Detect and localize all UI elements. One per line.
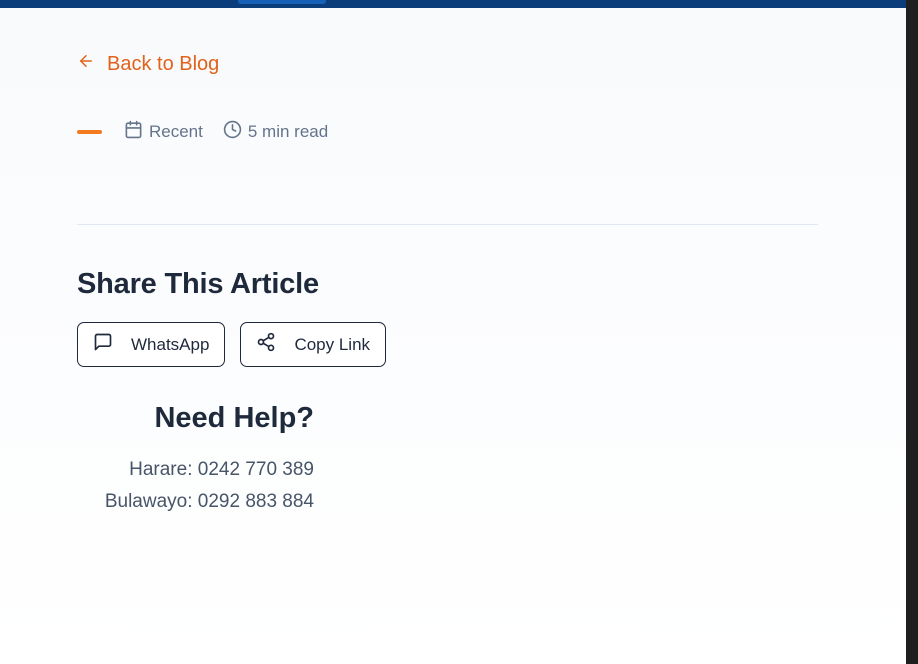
- page-scrollbar[interactable]: [906, 0, 918, 664]
- need-help-title: Need Help?: [154, 402, 314, 434]
- back-to-blog-label: Back to Blog: [107, 52, 220, 75]
- whatsapp-share-label: WhatsApp: [131, 334, 210, 354]
- share-icon: [256, 332, 294, 357]
- whatsapp-share-button[interactable]: WhatsApp: [77, 322, 226, 367]
- article-read-time: 5 min read: [223, 120, 328, 144]
- site-header-bar: [0, 0, 906, 8]
- article-page: Back to Blog Recent 5 min read Share Thi…: [0, 0, 906, 664]
- back-to-blog-link[interactable]: Back to Blog: [77, 50, 219, 78]
- article-date: Recent: [124, 120, 203, 144]
- scrollbar-thumb[interactable]: [906, 0, 918, 664]
- arrow-left-icon: [77, 52, 95, 76]
- clock-icon: [223, 120, 242, 144]
- section-divider: [77, 224, 818, 225]
- message-square-icon: [93, 332, 131, 357]
- need-help-section: Need Help? Harare: 0242 770 389 Bulawayo…: [77, 398, 314, 518]
- harare-phone: Harare: 0242 770 389: [129, 459, 314, 480]
- category-badge: [77, 130, 102, 134]
- share-section-title: Share This Article: [77, 268, 319, 300]
- read-time-text: 5 min read: [247, 122, 329, 141]
- active-nav-indicator: [238, 0, 326, 4]
- article-meta: Recent 5 min read: [77, 118, 328, 146]
- share-buttons: WhatsApp Copy Link: [77, 322, 387, 367]
- copy-link-button[interactable]: Copy Link: [240, 322, 387, 367]
- calendar-icon: [124, 120, 143, 144]
- bulawayo-phone: Bulawayo: 0292 883 884: [104, 491, 314, 512]
- copy-link-label: Copy Link: [294, 334, 371, 354]
- article-date-text: Recent: [149, 122, 203, 141]
- contact-numbers: Harare: 0242 770 389 Bulawayo: 0292 883 …: [77, 454, 314, 518]
